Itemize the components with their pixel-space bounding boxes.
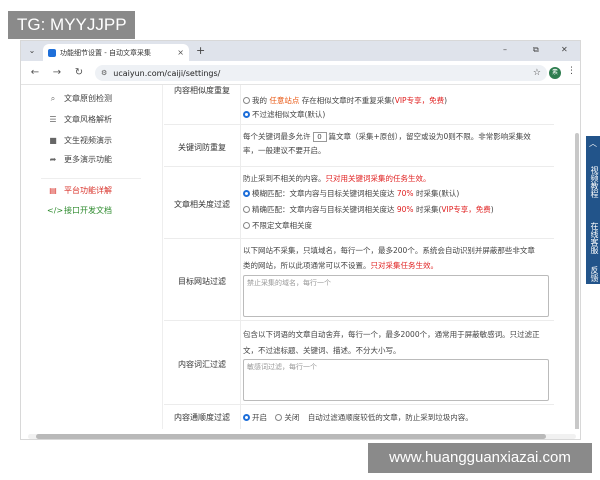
- word-filter-line-1: 包含以下词语的文章自动舍弃，每行一个，最多2000个，通常用于屏蔽敏感词。只过滤…: [243, 330, 540, 339]
- favicon-icon: [48, 48, 56, 57]
- tab-strip: ⌄ 功能细节设置 - 自动文章采集 × + – ⧉ ✕: [21, 41, 580, 61]
- share-icon: ➦: [49, 155, 57, 164]
- close-window-button[interactable]: ✕: [561, 45, 568, 54]
- row-body: 开启 关闭 自动过滤通顺度较低的文章，防止采到垃圾内容。: [240, 405, 552, 429]
- row-body: 每个关键词最多允许 0 篇文章（采集+原创），留空或设为0则不限。非常影响采集效 率…: [240, 125, 552, 166]
- radio-button[interactable]: [243, 97, 250, 104]
- sidebar-item-label: 文生视频演示: [64, 136, 112, 145]
- row-body: 防止采到不相关的内容。只对用关键词采集的任务生效。 模糊匹配：文章内容与目标关键…: [240, 167, 552, 238]
- browser-toolbar: ← → ↻ ⚙ ucaiyun.com/caiji/settings/ ☆ 素 …: [21, 61, 580, 85]
- row-label: 内容相似度重复: [174, 86, 230, 95]
- fluency-options: 开启 关闭 自动过滤通顺度较低的文章，防止采到垃圾内容。: [243, 412, 473, 423]
- floating-service-panel: ︿ 视频教程 在线客服 反馈: [586, 136, 600, 284]
- vertical-scroll-thumb[interactable]: [575, 133, 579, 429]
- site-filter-textarea[interactable]: 禁止采集的域名，每行一个: [243, 275, 549, 317]
- dedupe-option-1[interactable]: 我的 任意站点 存在相似文章时不重复采集(VIP专享，免费): [243, 95, 447, 106]
- watermark-top: TG: MYYJJPP: [8, 11, 135, 39]
- forward-arrow-icon[interactable]: →: [49, 67, 65, 78]
- relevance-option-none[interactable]: 不限定文章相关度: [243, 220, 312, 231]
- feedback-link[interactable]: 反馈: [586, 266, 600, 282]
- watermark-bottom: www.huangguanxiazai.com: [368, 443, 592, 473]
- row-body: 包含以下词语的文章自动舍弃，每行一个，最多2000个，通常用于屏蔽敏感词。只过滤…: [240, 321, 552, 404]
- keyword-repeat-line-2: 率，一般建议不要开启。: [243, 146, 326, 155]
- close-tab-icon[interactable]: ×: [177, 48, 184, 57]
- keyword-limit-input[interactable]: 0: [312, 132, 327, 142]
- horizontal-scroll-thumb[interactable]: [36, 434, 546, 439]
- sidebar-item-label: 接口开发文档: [64, 206, 112, 215]
- address-bar[interactable]: ⚙ ucaiyun.com/caiji/settings/ ☆: [95, 65, 547, 81]
- radio-button[interactable]: [243, 206, 250, 213]
- radio-button[interactable]: [243, 222, 250, 229]
- word-filter-textarea[interactable]: 敏感词过滤，每行一个: [243, 359, 549, 401]
- sidebar-item-originality[interactable]: ⌕ 文章原创检测: [47, 93, 112, 104]
- reload-icon[interactable]: ↻: [71, 67, 87, 78]
- row-body: 我的 任意站点 存在相似文章时不重复采集(VIP专享，免费) 不过滤相似文章(默…: [240, 85, 552, 124]
- sidebar-item-label: 文章原创检测: [64, 94, 112, 103]
- settings-table: 内容相似度重复 我的 任意站点 存在相似文章时不重复采集(VIP专享，免费) 不…: [164, 85, 580, 429]
- vertical-scrollbar[interactable]: [574, 129, 580, 429]
- code-icon: </>: [47, 206, 64, 215]
- row-fluency: 内容通顺度过滤 开启 关闭 自动过滤通顺度较低的文章，防止采到垃圾内容。: [164, 405, 554, 429]
- active-tab[interactable]: 功能细节设置 - 自动文章采集 ×: [43, 44, 189, 61]
- keyword-repeat-line-1: 每个关键词最多允许 0 篇文章（采集+原创），留空或设为0则不限。非常影响采集效: [243, 132, 531, 142]
- relevance-option-fuzzy[interactable]: 模糊匹配：文章内容与目标关键词相关度达 70% 时采集(默认): [243, 188, 459, 199]
- radio-button-selected[interactable]: [243, 111, 250, 118]
- online-service-link[interactable]: 在线客服: [586, 216, 600, 260]
- sidebar-item-video[interactable]: ■ 文生视频演示: [47, 135, 112, 146]
- video-tutorial-link[interactable]: 视频教程: [586, 156, 600, 208]
- row-label: 目标网站过滤: [178, 277, 226, 286]
- radio-button-selected[interactable]: [243, 190, 250, 197]
- row-keyword-repeat: 关键词防重复 每个关键词最多允许 0 篇文章（采集+原创），留空或设为0则不限。非常…: [164, 125, 554, 167]
- tab-title: 功能细节设置 - 自动文章采集: [60, 48, 151, 57]
- new-tab-button[interactable]: +: [196, 44, 205, 57]
- browser-window: ⌄ 功能细节设置 - 自动文章采集 × + – ⧉ ✕ ← → ↻ ⚙ ucai…: [20, 40, 581, 440]
- sidebar-item-more[interactable]: ➦ 更多演示功能: [47, 154, 112, 165]
- profile-avatar[interactable]: 素: [549, 67, 561, 79]
- row-relevance: 文章相关度过滤 防止采到不相关的内容。只对用关键词采集的任务生效。 模糊匹配：文…: [164, 167, 554, 239]
- sidebar-item-label: 文章风格解析: [64, 115, 112, 124]
- row-dedupe: 内容相似度重复 我的 任意站点 存在相似文章时不重复采集(VIP专享，免费) 不…: [164, 85, 554, 125]
- sidebar-item-style[interactable]: ☰ 文章风格解析: [47, 114, 112, 125]
- row-word-filter: 内容词汇过滤 包含以下词语的文章自动舍弃，每行一个，最多2000个，通常用于屏蔽…: [164, 321, 554, 405]
- sidebar-item-label: 更多演示功能: [64, 155, 112, 164]
- row-site-filter: 目标网站过滤 以下网站不采集，只填域名，每行一个，最多200个。系统会自动识别并…: [164, 239, 554, 321]
- menu-kebab-icon[interactable]: ⋮: [567, 66, 576, 76]
- sidebar: ⌕ 文章原创检测 ☰ 文章风格解析 ■ 文生视频演示 ➦ 更多演示功能 ▤ 平台…: [21, 85, 163, 429]
- dedupe-option-2[interactable]: 不过滤相似文章(默认): [243, 109, 325, 120]
- row-label: 内容词汇过滤: [178, 360, 226, 369]
- bookmark-star-icon[interactable]: ☆: [533, 68, 541, 78]
- site-filter-line-1: 以下网站不采集，只填域名，每行一个，最多200个。系统会自动识别并屏蔽那些非文章: [243, 246, 535, 255]
- tab-search-icon[interactable]: ⌄: [26, 45, 38, 57]
- row-label: 关键词防重复: [178, 143, 226, 152]
- word-filter-line-2: 文，不过滤标题、关键词、描述。不分大小写。: [243, 346, 401, 355]
- horizontal-scrollbar[interactable]: [28, 434, 576, 439]
- site-info-icon[interactable]: ⚙: [101, 69, 107, 77]
- video-icon: ■: [49, 136, 57, 145]
- site-filter-line-2: 类的网站，所以此项通常可以不设置。只对采集任务生效。: [243, 261, 438, 270]
- scroll-top-button[interactable]: ︿: [586, 138, 600, 149]
- row-body: 以下网站不采集，只填域名，每行一个，最多200个。系统会自动识别并屏蔽那些非文章…: [240, 239, 552, 320]
- sidebar-item-api[interactable]: </> 接口开发文档: [47, 205, 112, 216]
- relevance-intro: 防止采到不相关的内容。只对用关键词采集的任务生效。: [243, 174, 431, 183]
- radio-button[interactable]: [275, 414, 283, 421]
- sidebar-divider: [41, 178, 141, 179]
- search-icon: ⌕: [50, 93, 56, 103]
- doc-icon: ▤: [49, 186, 57, 195]
- list-icon: ☰: [49, 115, 57, 124]
- sidebar-item-label: 平台功能详解: [64, 186, 112, 195]
- url-text: ucaiyun.com/caiji/settings/: [113, 68, 221, 78]
- page-content: ⌕ 文章原创检测 ☰ 文章风格解析 ■ 文生视频演示 ➦ 更多演示功能 ▤ 平台…: [21, 85, 580, 429]
- radio-button-selected[interactable]: [243, 414, 250, 421]
- back-arrow-icon[interactable]: ←: [27, 67, 43, 78]
- row-label: 内容通顺度过滤: [174, 413, 230, 422]
- maximize-button[interactable]: ⧉: [533, 45, 539, 55]
- minimize-button[interactable]: –: [503, 45, 507, 54]
- sidebar-item-features[interactable]: ▤ 平台功能详解: [47, 185, 112, 196]
- row-label: 文章相关度过滤: [174, 200, 230, 209]
- relevance-option-exact[interactable]: 精确匹配：文章内容与目标关键词相关度达 90% 时采集(VIP专享，免费): [243, 204, 494, 215]
